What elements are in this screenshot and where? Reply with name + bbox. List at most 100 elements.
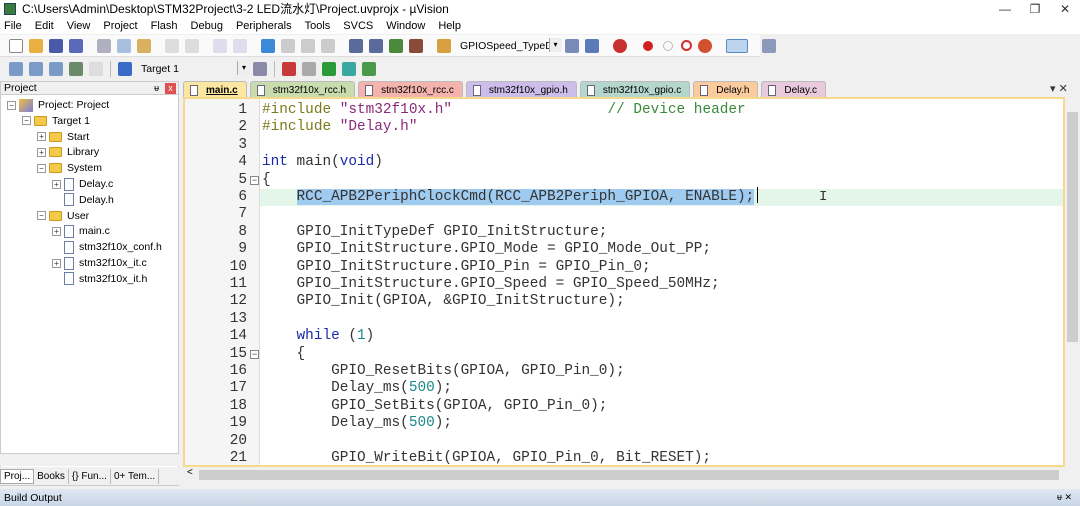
maximize-button[interactable]: ❐ [1020, 2, 1050, 16]
clear-bookmarks-icon[interactable] [321, 38, 335, 53]
tree-item[interactable]: + Start [37, 129, 89, 145]
scroll-thumb[interactable] [199, 470, 1059, 480]
manage-rte-icon[interactable] [322, 62, 336, 76]
toggle-icon[interactable]: − [7, 100, 16, 110]
save-all-icon[interactable] [69, 38, 83, 53]
toggle-icon[interactable]: + [52, 226, 61, 236]
menu-project[interactable]: Project [103, 20, 137, 32]
menu-view[interactable]: View [67, 20, 91, 32]
find-icon[interactable] [564, 38, 579, 53]
menu-window[interactable]: Window [386, 20, 425, 32]
menu-debug[interactable]: Debug [191, 20, 223, 32]
redo-icon[interactable] [185, 38, 199, 53]
target-combo[interactable]: Target 1 ▾ [135, 61, 250, 77]
tree-item[interactable]: − System [37, 160, 102, 176]
window-layout-icon[interactable] [725, 38, 748, 53]
find-combo[interactable]: GPIOSpeed_TypeDef ▾ [454, 37, 562, 54]
kill-all-breakpoints-icon[interactable] [697, 38, 712, 53]
find-in-files-icon[interactable] [437, 38, 451, 53]
indent-icon[interactable] [349, 38, 363, 53]
menu-svcs[interactable]: SVCS [343, 20, 373, 32]
editor-tab-controls[interactable]: ▾ ✕ [1050, 82, 1068, 95]
tree-item[interactable]: + main.c [52, 223, 110, 239]
cut-icon[interactable] [97, 38, 111, 53]
fold-toggle-icon[interactable]: − [250, 349, 259, 359]
disable-all-breakpoints-icon[interactable] [680, 40, 692, 51]
scroll-left-icon[interactable]: < [187, 467, 193, 478]
project-horizontal-scrollbar[interactable] [0, 453, 179, 466]
minimize-button[interactable]: — [990, 2, 1020, 16]
editor-horizontal-scrollbar[interactable]: < [183, 467, 1080, 482]
batch-build-icon[interactable] [69, 62, 83, 76]
editor-tab[interactable]: stm32f10x_rcc.h [249, 81, 356, 98]
tree-item[interactable]: Delay.h [52, 192, 114, 208]
uncomment-icon[interactable] [409, 38, 423, 53]
target-options-icon[interactable] [253, 62, 267, 76]
editor-tab[interactable]: stm32f10x_rcc.c [358, 81, 463, 98]
chevron-down-icon[interactable]: ▾ [548, 37, 562, 52]
paste-icon[interactable] [137, 38, 151, 53]
pack-installer-icon[interactable] [342, 62, 356, 76]
menu-tools[interactable]: Tools [305, 20, 331, 32]
menu-flash[interactable]: Flash [151, 20, 178, 32]
tree-item[interactable]: stm32f10x_it.h [52, 271, 147, 287]
select-packs-icon[interactable] [302, 62, 316, 76]
download-load-icon[interactable] [118, 62, 132, 76]
tree-item[interactable]: + stm32f10x_it.c [52, 255, 147, 271]
toggle-icon[interactable]: + [52, 179, 61, 189]
rebuild-icon[interactable] [49, 62, 63, 76]
menu-help[interactable]: Help [438, 20, 461, 32]
scroll-thumb[interactable] [1067, 112, 1078, 342]
editor-tab[interactable]: stm32f10x_gpio.h [465, 81, 577, 98]
tree-item[interactable]: − Target 1 [22, 113, 90, 129]
toggle-icon[interactable]: − [22, 116, 31, 126]
toggle-icon[interactable]: + [37, 132, 46, 142]
tree-item[interactable]: − Project: Project [7, 97, 109, 113]
configure-wrench-icon[interactable] [761, 38, 776, 53]
build-output-controls[interactable]: ᵾ ✕ [1057, 492, 1072, 503]
menu-file[interactable]: File [4, 20, 22, 32]
open-folder-icon[interactable] [29, 38, 43, 53]
code-editor[interactable]: 1 2 3 4 5−6 7 8 9 10 11 12 13 14 15−16 17 18 19 20 21 #inc… [183, 97, 1065, 467]
incremental-find-icon[interactable] [584, 38, 599, 53]
toggle-icon[interactable]: + [52, 258, 61, 268]
undo-icon[interactable] [165, 38, 179, 53]
debug-session-icon[interactable] [612, 38, 627, 53]
editor-tab[interactable]: Delay.c [761, 81, 826, 98]
bookmark-icon[interactable] [261, 38, 275, 53]
toggle-icon[interactable]: + [37, 147, 46, 157]
menu-peripherals[interactable]: Peripherals [236, 20, 292, 32]
toggle-icon[interactable]: − [37, 211, 46, 221]
navigate-forward-icon[interactable] [233, 38, 247, 53]
build-icon[interactable] [29, 62, 43, 76]
panel-tab[interactable]: Books [34, 468, 69, 484]
disable-breakpoint-icon[interactable] [662, 40, 673, 51]
panel-tab[interactable]: 0+ Tem... [111, 468, 160, 484]
copy-icon[interactable] [117, 38, 131, 53]
editor-vertical-scrollbar[interactable] [1065, 97, 1080, 467]
navigate-back-icon[interactable] [213, 38, 227, 53]
event-recorder-icon[interactable] [362, 62, 376, 76]
editor-tab[interactable]: Delay.h [693, 81, 759, 98]
pin-icon[interactable]: ᵾ [154, 83, 159, 93]
prev-bookmark-icon[interactable] [281, 38, 295, 53]
close-panel-icon[interactable]: x [165, 82, 176, 94]
tree-item[interactable]: + Library [37, 144, 99, 160]
menu-edit[interactable]: Edit [35, 20, 54, 32]
editor-tab[interactable]: main.c [183, 81, 247, 98]
next-bookmark-icon[interactable] [301, 38, 315, 53]
save-icon[interactable] [49, 38, 63, 53]
toggle-icon[interactable]: − [37, 163, 46, 173]
stop-build-icon[interactable] [89, 62, 103, 76]
close-button[interactable]: ✕ [1050, 2, 1080, 16]
panel-tab[interactable]: Proj... [0, 468, 35, 484]
unindent-icon[interactable] [369, 38, 383, 53]
comment-icon[interactable] [389, 38, 403, 53]
tree-item[interactable]: + Delay.c [52, 176, 113, 192]
breakpoint-icon[interactable] [642, 40, 653, 51]
manage-project-items-icon[interactable] [282, 62, 296, 76]
editor-tab[interactable]: stm32f10x_gpio.c [579, 81, 691, 98]
tree-item[interactable]: stm32f10x_conf.h [52, 239, 162, 255]
fold-toggle-icon[interactable]: − [250, 175, 259, 185]
panel-tab[interactable]: {} Fun... [69, 468, 111, 484]
